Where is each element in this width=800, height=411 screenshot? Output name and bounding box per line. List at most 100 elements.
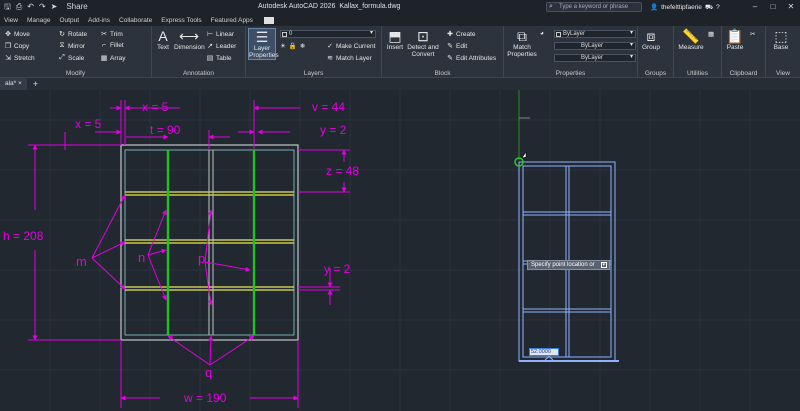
dim-w190[interactable]: w = 190 <box>183 391 227 405</box>
utilities-panel-title[interactable]: Utilities <box>674 70 721 77</box>
layer-on-icon[interactable]: ☀ <box>280 42 286 50</box>
groups-panel-title[interactable]: Groups <box>638 70 673 77</box>
properties-panel-title[interactable]: Properties <box>504 70 637 77</box>
ribbon: ✥ Move ↻ Rotate ✂ Trim ❐ Copy ⧖ Mirror ⌐ Fille… <box>0 26 800 78</box>
close-tab-icon[interactable]: × <box>18 80 22 87</box>
modify-panel-title[interactable]: Modify <box>0 70 151 77</box>
maximize-icon[interactable]: □ <box>764 0 782 14</box>
base-button[interactable]: ⬚ Base <box>768 28 794 51</box>
rotate-icon: ↻ <box>59 31 65 38</box>
base-view-icon: ⬚ <box>774 28 788 44</box>
dim-v44[interactable]: v = 44 <box>312 100 345 114</box>
edit-icon: ✎ <box>447 43 453 50</box>
tab-express-tools[interactable]: Express Tools <box>161 17 201 24</box>
tab-collaborate[interactable]: Collaborate <box>119 17 152 24</box>
help-icon[interactable]: ? <box>716 4 720 11</box>
tab-view[interactable]: View <box>4 17 18 24</box>
block-panel: ⬒ Insert ⊡ Detect and Convert ✚ Create ✎ Edi… <box>382 26 504 78</box>
label-p[interactable]: p <box>198 251 205 266</box>
edit-block-button[interactable]: ✎ Edit <box>446 42 467 51</box>
detect-convert-button[interactable]: ⊡ Detect and Convert <box>406 28 440 58</box>
share-button[interactable]: Share <box>66 0 87 14</box>
block-panel-title[interactable]: Block <box>382 70 503 77</box>
annotation-panel-title[interactable]: Annotation <box>152 70 245 77</box>
leader-button[interactable]: ↗ Leader <box>206 42 236 51</box>
match-properties-button[interactable]: ⧉ Match Properties <box>506 28 538 58</box>
ribbon-toggle-icon[interactable] <box>263 16 274 24</box>
layer-properties-button[interactable]: ☰ Layer Properties <box>248 28 279 60</box>
make-current-button[interactable]: ✓ Make Current <box>326 42 375 51</box>
match-layer-button[interactable]: ≋ Match Layer <box>326 54 372 63</box>
tab-featured-apps[interactable]: Featured Apps <box>211 17 253 24</box>
user-account[interactable]: 👤 thefelttipfaerie ⛟ ? <box>650 0 720 14</box>
scale-button[interactable]: ⤢ Scale <box>58 54 84 62</box>
file-tab[interactable]: ala* × <box>0 78 27 90</box>
rotate-button[interactable]: ↻ Rotate <box>58 30 87 39</box>
copy-button[interactable]: ❐ Copy <box>4 42 29 51</box>
tooltip-option-icon[interactable]: ▾ <box>600 262 607 268</box>
view-panel-title[interactable]: View <box>766 70 800 77</box>
title-bar: 🖫 ⎙ ↶ ↷ ➤ Share Autodesk AutoCAD 2026 Ka… <box>0 0 800 14</box>
tab-manage[interactable]: Manage <box>27 17 51 24</box>
linear-button[interactable]: ⊢ Linear <box>206 30 234 39</box>
tab-output[interactable]: Output <box>59 17 79 24</box>
layer-freeze-icon[interactable]: ❄ <box>300 42 305 50</box>
dim-z48[interactable]: z = 48 <box>326 164 359 178</box>
undo-icon[interactable]: ↶ <box>27 0 34 14</box>
trim-button[interactable]: ✂ Trim <box>100 30 123 39</box>
cursor-icon <box>521 151 527 159</box>
dim-x5-left[interactable]: x = 5 <box>75 117 102 131</box>
fillet-button[interactable]: ⌐ Fillet <box>100 42 124 49</box>
calculator-icon[interactable]: ▦ <box>708 30 714 38</box>
stretch-button[interactable]: ⇲ Stretch <box>4 54 35 63</box>
dynamic-input-field[interactable]: 52.0000 <box>529 348 559 356</box>
edit-attributes-button[interactable]: ✎ Edit Attributes <box>446 54 496 63</box>
clipboard-panel-title[interactable]: Clipboard <box>722 70 765 77</box>
attributes-icon: ✎ <box>447 55 453 62</box>
move-button[interactable]: ✥ Move <box>4 30 30 39</box>
properties-panel: ⧉ Match Properties ByLayer ▾ ByLayer ▾ ByLa… <box>504 26 638 78</box>
label-m[interactable]: m <box>76 254 87 269</box>
insert-button[interactable]: ⬒ Insert <box>384 28 406 51</box>
dim-h208[interactable]: h = 208 <box>3 229 44 243</box>
minimize-icon[interactable]: – <box>746 0 764 14</box>
annotation-panel: A Text ⟷ Dimension ⊢ Linear ↗ Leader ▤ Table … <box>152 26 246 78</box>
dim-t90[interactable]: t = 90 <box>150 123 181 137</box>
measure-button[interactable]: 📏 Measure <box>676 28 706 51</box>
lineweight-dropdown[interactable]: ByLayer ▾ <box>554 42 636 50</box>
share-icon[interactable]: ➤ <box>51 0 58 14</box>
save-icon[interactable]: 🖫 <box>4 0 11 14</box>
cart-icon[interactable]: ⛟ <box>705 3 713 12</box>
tab-add-ins[interactable]: Add-ins <box>88 17 110 24</box>
text-button[interactable]: A Text <box>154 28 172 51</box>
scale-icon: ⤢ <box>59 54 65 61</box>
new-tab-icon[interactable]: + <box>33 79 38 89</box>
layers-panel-title[interactable]: Layers <box>246 70 381 77</box>
dimension-button[interactable]: ⟷ Dimension <box>174 28 205 51</box>
layer-lock-icon[interactable]: 🔒 <box>289 42 297 50</box>
label-n[interactable]: n <box>138 250 145 265</box>
create-block-button[interactable]: ✚ Create <box>446 30 475 39</box>
close-icon[interactable]: ✕ <box>782 0 800 14</box>
cut-icon[interactable]: ✂ <box>750 30 755 38</box>
color-wheel-icon[interactable]: ◕ <box>540 30 544 37</box>
color-dropdown[interactable]: ByLayer ▾ <box>554 30 636 38</box>
redo-icon[interactable]: ↷ <box>39 0 46 14</box>
search-input[interactable]: ⌕ Type a keyword or phrase <box>546 2 642 12</box>
layer-dropdown[interactable]: 0 ▾ <box>280 30 376 38</box>
dim-y2-top[interactable]: y = 2 <box>320 123 347 137</box>
print-icon[interactable]: ⎙ <box>16 0 22 14</box>
drawing-canvas[interactable]: x = 5 x = 5 t = 90 v = 44 y = 2 z = 48 h… <box>0 90 800 411</box>
linetype-dropdown[interactable]: ByLayer ▾ <box>554 54 636 62</box>
paste-button[interactable]: 📋 Paste <box>724 28 746 51</box>
group-button[interactable]: ⧈ Group <box>640 28 662 51</box>
dim-x5-top[interactable]: x = 5 <box>142 100 169 114</box>
mirror-button[interactable]: ⧖ Mirror <box>58 42 85 50</box>
utilities-panel: 📏 Measure ▦ Utilities <box>674 26 722 78</box>
table-button[interactable]: ▤ Table <box>206 54 232 63</box>
label-q[interactable]: q <box>205 365 212 380</box>
dim-y2-right[interactable]: y = 2 <box>324 262 351 276</box>
mirror-icon: ⧖ <box>59 42 65 49</box>
array-button[interactable]: ▦ Array <box>100 54 126 63</box>
chevron-down-icon: ▾ <box>629 30 633 36</box>
